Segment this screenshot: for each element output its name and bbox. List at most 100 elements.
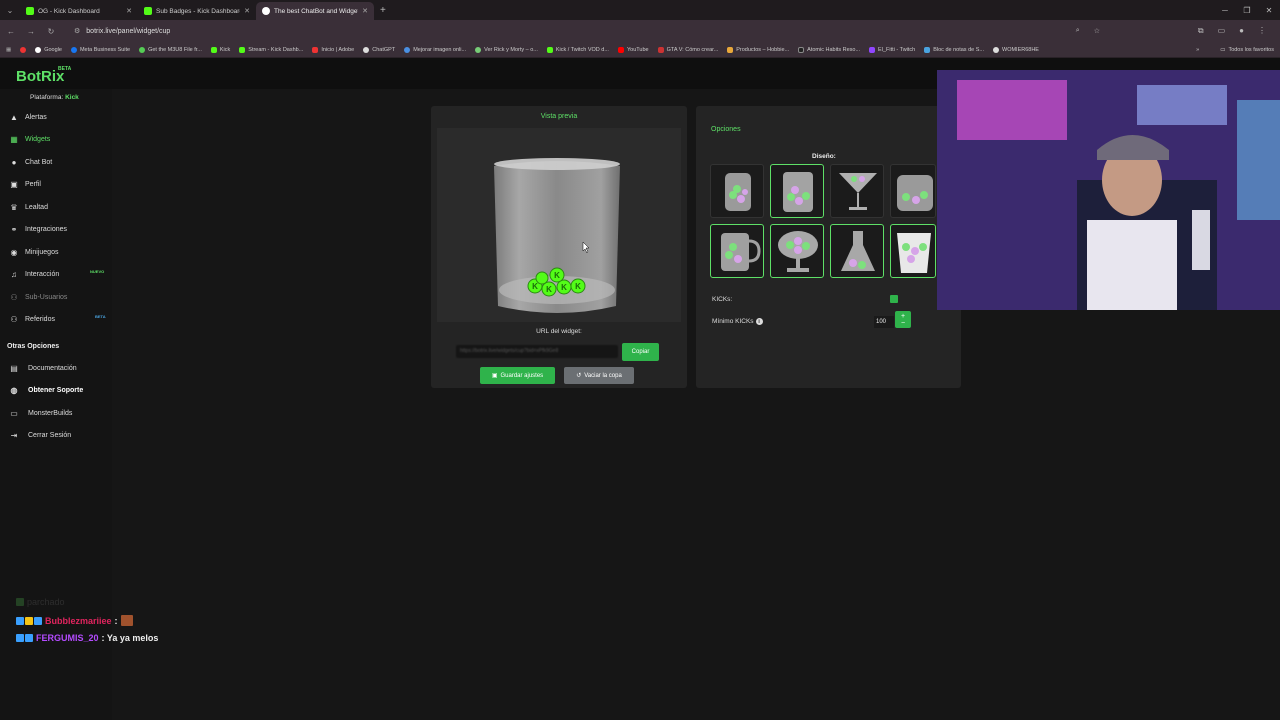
sidebar-item-perfil[interactable]: ▣ Perfil <box>10 180 41 189</box>
sidebar-item-widgets[interactable]: ▦ Widgets <box>10 135 50 144</box>
bookmark-item[interactable]: Mejorar imagen onli... <box>404 46 466 53</box>
widget-url-field[interactable]: https://botrix.live/widgets/cup?bid=xPfk… <box>456 345 618 358</box>
bookmark-star-icon[interactable]: ☆ <box>1094 27 1100 35</box>
bookmark-item[interactable]: GTA V: Cómo crear... <box>657 46 718 53</box>
design-goblet[interactable] <box>770 224 824 278</box>
bookmark-item[interactable]: YouTube <box>617 46 649 53</box>
design-glass[interactable] <box>770 164 824 218</box>
increment-icon[interactable]: + <box>901 313 905 320</box>
bookmark-item[interactable]: Stream - Kick Dashb... <box>239 46 303 53</box>
sidebar-item-minijuegos[interactable]: ◉ Minijuegos <box>10 248 59 257</box>
design-jar[interactable] <box>710 164 764 218</box>
tab-close-icon[interactable]: ✕ <box>126 7 132 15</box>
bookmark-item[interactable]: Bloc de notas de S... <box>924 46 984 53</box>
address-bar[interactable]: ⚙ botrix.live/panel/widget/cup ⌕ ☆ <box>66 23 1106 39</box>
minimize-icon[interactable]: ─ <box>1214 6 1236 15</box>
empty-cup-button[interactable]: ↺ Vaciar la copa <box>564 367 634 384</box>
new-tab-icon[interactable]: + <box>374 5 392 16</box>
kicks-toggle[interactable] <box>890 295 898 303</box>
sidebar-item-sub-usuarios[interactable]: ⚇ Sub-Usuarios <box>10 293 68 302</box>
bookmark-item[interactable]: Google <box>35 46 62 53</box>
design-mug[interactable] <box>710 224 764 278</box>
sidebar-item-interaccion[interactable]: ♫ Interacción <box>10 270 59 279</box>
design-flask[interactable] <box>830 224 884 278</box>
sidebar-item-referidos[interactable]: ⚇ Referidos <box>10 315 55 324</box>
menu-icon[interactable]: ⋮ <box>1258 26 1266 36</box>
site-info-icon[interactable]: ⚙ <box>74 27 80 35</box>
design-martini[interactable] <box>830 164 884 218</box>
min-kicks-text: Mínimo KICKs <box>712 318 754 326</box>
chat-text: : <box>114 615 118 626</box>
jar-icon <box>725 173 751 211</box>
info-icon[interactable]: i <box>755 318 763 325</box>
sidebar-item-monsterbuilds[interactable]: ▭ MonsterBuilds <box>10 409 73 418</box>
tab-close-icon[interactable]: ✕ <box>362 7 368 15</box>
chat-badges <box>16 634 33 642</box>
all-bookmarks[interactable]: » ▭ Todos los favoritos <box>1196 47 1274 53</box>
reload-icon[interactable]: ↻ <box>46 27 56 36</box>
badge-icon <box>16 598 24 606</box>
webcam-overlay <box>937 70 1280 310</box>
design-label: Diseño: <box>812 153 836 160</box>
decrement-icon[interactable]: − <box>901 320 905 327</box>
tab-close-icon[interactable]: ✕ <box>244 7 250 15</box>
widget-url-label: URL del widget: <box>536 328 582 335</box>
design-bucket[interactable] <box>890 224 936 278</box>
sidebar-item-documentacion[interactable]: ▤ Documentación <box>10 364 76 373</box>
chat-badges <box>16 598 24 606</box>
zoom-icon[interactable]: ⌕ <box>1076 27 1080 35</box>
save-icon: ▣ <box>491 373 498 379</box>
min-kicks-stepper[interactable]: + − <box>895 311 911 328</box>
logout-icon: ⇥ <box>10 430 18 440</box>
botrix-logo[interactable]: BotRix BETA <box>16 66 71 85</box>
min-kicks-input[interactable]: 100 <box>874 316 894 328</box>
tab-search-icon[interactable]: ⌄ <box>0 0 20 20</box>
tab-label: Sub Badges - Kick Dashboard <box>156 7 241 15</box>
forward-icon[interactable]: → <box>26 27 36 36</box>
browser-tab-og[interactable]: OG - Kick Dashboard ✕ <box>20 2 138 20</box>
browser-tab-botrix[interactable]: The best ChatBot and Widgets ✕ <box>256 2 374 20</box>
copy-url-button[interactable]: Copiar <box>622 343 659 361</box>
bookmark-item[interactable]: Get the M3U8 File fr... <box>139 46 202 53</box>
sidebar-item-integraciones[interactable]: ⚭ Integraciones <box>10 225 67 234</box>
chat-username[interactable]: FERGUMIS_20 <box>36 633 99 643</box>
bookmark-item[interactable]: Meta Business Suite <box>70 46 130 53</box>
save-button-label: Guardar ajustes <box>500 372 544 379</box>
bookmark-item[interactable]: ChatGPT <box>363 46 395 53</box>
maximize-icon[interactable]: ❐ <box>1236 6 1258 15</box>
sidebar-item-alertas[interactable]: ▲ Alertas <box>10 112 47 122</box>
extensions-icon[interactable]: ⧉ <box>1198 26 1204 36</box>
save-settings-button[interactable]: ▣ Guardar ajustes <box>480 367 555 384</box>
warning-icon: ▲ <box>10 112 18 122</box>
bookmark-item[interactable]: Ver Rick y Morty – o... <box>475 46 538 53</box>
sidebar-item-label: MonsterBuilds <box>28 409 73 417</box>
emote-icon <box>120 615 133 626</box>
close-window-icon[interactable]: ✕ <box>1258 6 1280 15</box>
apps-icon[interactable]: ▦ <box>6 47 11 53</box>
sidebar-item-label: Sub-Usuarios <box>25 293 68 301</box>
back-icon[interactable]: ← <box>6 27 16 36</box>
sidebar-item-lealtad[interactable]: ♛ Lealtad <box>10 203 48 212</box>
bookmark-item[interactable]: WOMIER68HE <box>993 46 1039 53</box>
bookmark-youtube-red-icon[interactable] <box>20 46 27 53</box>
bookmark-item[interactable]: Kick / Twitch VOD d... <box>546 46 609 53</box>
bookmark-item[interactable]: Productos – Hobbie... <box>727 46 789 53</box>
sidebar-item-obtener-soporte[interactable]: ◍ Obtener Soporte <box>10 386 84 395</box>
cast-icon[interactable]: ▭ <box>1218 26 1226 36</box>
cup-preview: KKKKK <box>437 128 681 322</box>
design-jar-wide[interactable] <box>890 164 936 218</box>
chat-username[interactable]: Bubblezmariiee <box>45 616 112 626</box>
sidebar-item-cerrar-sesion[interactable]: ⇥ Cerrar Sesión <box>10 430 72 440</box>
profile-avatar-icon[interactable]: ● <box>1239 26 1244 36</box>
streamer-webcam <box>937 70 1280 310</box>
bookmark-item[interactable]: Inicio | Adobe <box>312 46 354 53</box>
bookmark-item[interactable]: Kick <box>210 46 230 53</box>
more-bookmarks-icon[interactable]: » <box>1196 47 1199 53</box>
bookmark-item[interactable]: El_Fitti - Twitch <box>869 46 915 53</box>
svg-text:K: K <box>561 283 567 292</box>
jar-wide-icon <box>897 175 933 211</box>
sidebar-item-chat-bot[interactable]: ● Chat Bot <box>10 158 53 167</box>
options-panel: Opciones Diseño: KICKs: Mínimo KICKs i 1… <box>696 106 961 388</box>
browser-tab-sub-badges[interactable]: Sub Badges - Kick Dashboard ✕ <box>138 2 256 20</box>
bookmark-item[interactable]: Atomic Habits Reso... <box>798 46 860 53</box>
